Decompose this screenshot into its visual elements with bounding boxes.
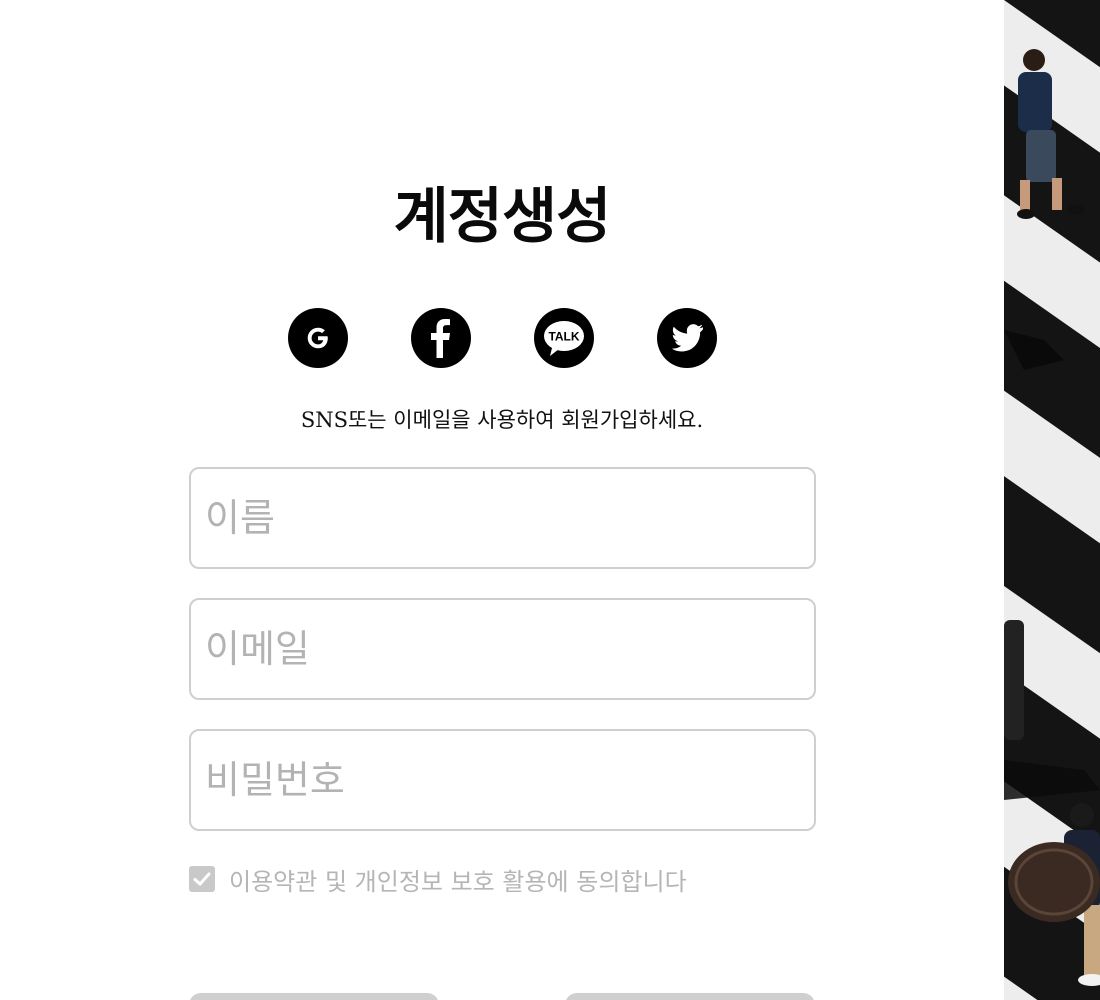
twitter-login-button[interactable] [657, 308, 717, 368]
svg-text:TALK: TALK [548, 330, 579, 344]
social-login-row: TALK [288, 308, 718, 368]
google-login-button[interactable] [288, 308, 348, 368]
terms-label: 이용약관 및 개인정보 보호 활용에 동의합니다 [229, 867, 687, 896]
checkmark-icon [193, 872, 211, 886]
signup-instruction: SNS또는 이메일을 사용하여 회원가입하세요. [300, 408, 704, 432]
kakaotalk-icon: TALK [544, 321, 584, 356]
primary-action-button[interactable] [565, 993, 815, 1000]
page-title: 계정생성 [393, 182, 612, 252]
facebook-login-button[interactable] [411, 308, 471, 368]
manhole-cover [1008, 842, 1100, 922]
password-field [189, 729, 816, 831]
twitter-icon [671, 324, 703, 352]
secondary-action-button[interactable] [189, 993, 439, 1000]
email-field [189, 598, 816, 700]
name-input[interactable] [191, 469, 814, 567]
crosswalk-photo [1004, 0, 1100, 1000]
google-icon [307, 327, 328, 349]
email-input[interactable] [191, 600, 814, 698]
crosswalk-stripes [1004, 0, 1100, 1000]
terms-agreement: 이용약관 및 개인정보 보호 활용에 동의합니다 [189, 864, 687, 896]
signup-panel: 계정생성 TALK SNS또는 이메일을 사용하여 회원가입하세요. 이름 이메… [0, 0, 1004, 1000]
terms-checkbox[interactable] [189, 866, 215, 892]
facebook-icon [431, 319, 450, 358]
name-field [189, 467, 816, 569]
kakaotalk-login-button[interactable]: TALK [534, 308, 594, 368]
password-input[interactable] [191, 731, 814, 829]
